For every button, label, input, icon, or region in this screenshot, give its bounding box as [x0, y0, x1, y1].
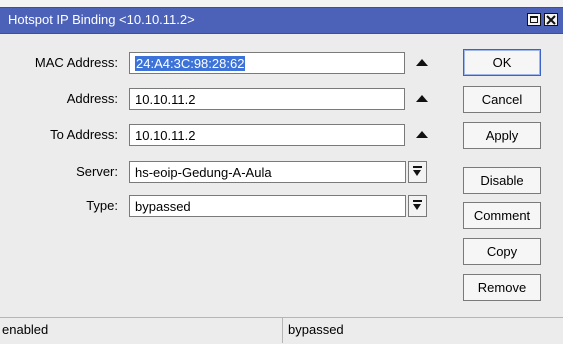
ip-binding-dialog: Hotspot IP Binding <10.10.11.2> MAC Addr… [0, 0, 563, 344]
server-label: Server: [76, 164, 118, 179]
server-dropdown-icon[interactable] [408, 161, 427, 183]
address-field[interactable]: 10.10.11.2 [129, 88, 405, 110]
server-select[interactable]: hs-eoip-Gedung-A-Aula [129, 161, 406, 183]
status-enabled: enabled [0, 318, 283, 343]
to-address-value: 10.10.11.2 [135, 128, 196, 143]
title-bar[interactable]: Hotspot IP Binding <10.10.11.2> [0, 7, 563, 34]
status-type: bypassed [288, 322, 344, 337]
type-value: bypassed [135, 199, 191, 214]
to-address-collapse-icon[interactable] [413, 126, 431, 144]
mac-address-label: MAC Address: [34, 55, 118, 70]
to-address-field[interactable]: 10.10.11.2 [129, 124, 405, 146]
close-icon[interactable] [544, 13, 558, 26]
address-collapse-icon[interactable] [413, 90, 431, 108]
maximize-icon[interactable] [527, 13, 541, 26]
comment-button[interactable]: Comment [463, 202, 541, 229]
to-address-label: To Address: [50, 127, 118, 142]
server-value: hs-eoip-Gedung-A-Aula [135, 165, 272, 180]
type-label: Type: [86, 198, 118, 213]
type-dropdown-icon[interactable] [408, 195, 427, 217]
disable-button[interactable]: Disable [463, 167, 541, 194]
background-strip [0, 0, 563, 7]
window-title: Hotspot IP Binding <10.10.11.2> [8, 12, 195, 27]
cancel-button[interactable]: Cancel [463, 86, 541, 113]
type-select[interactable]: bypassed [129, 195, 406, 217]
status-bar: enabled bypassed [0, 317, 563, 344]
ok-button[interactable]: OK [463, 49, 541, 76]
address-label: Address: [66, 91, 118, 106]
mac-address-value: 24:A4:3C:98:28:62 [135, 56, 246, 71]
apply-button[interactable]: Apply [463, 122, 541, 149]
address-value: 10.10.11.2 [135, 92, 196, 107]
mac-address-field[interactable]: 24:A4:3C:98:28:62 [129, 52, 405, 74]
mac-address-collapse-icon[interactable] [413, 54, 431, 72]
remove-button[interactable]: Remove [463, 274, 541, 301]
copy-button[interactable]: Copy [463, 238, 541, 265]
